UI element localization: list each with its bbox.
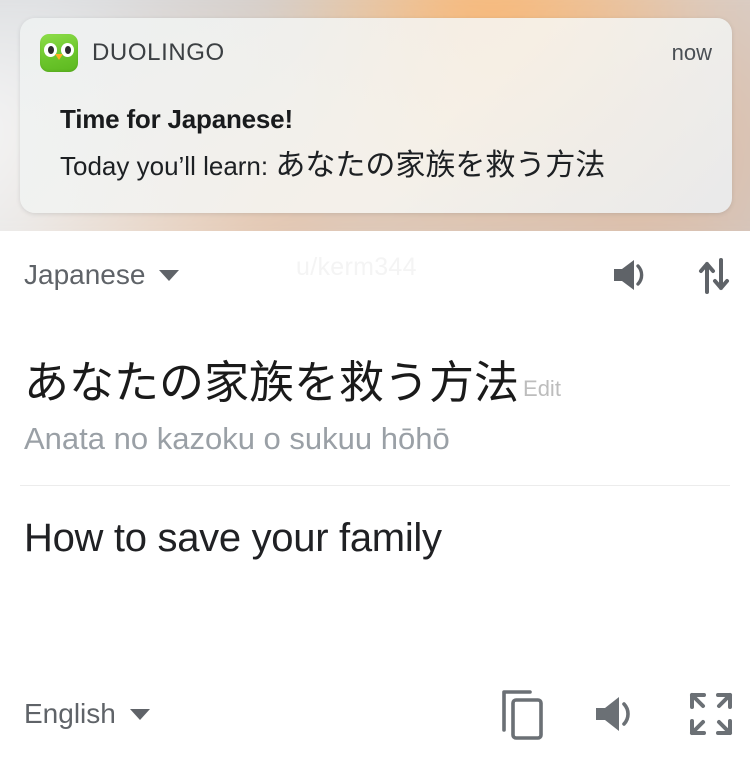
lock-screen-notification-area: DUOLINGO now Time for Japanese! Today yo… [0,0,750,231]
target-language-selector[interactable]: English [24,698,150,730]
speaker-icon [614,260,644,290]
listen-source-icon[interactable] [610,255,654,295]
chevron-down-icon [129,708,150,720]
source-language-label: Japanese [24,259,146,290]
duolingo-notification-card[interactable]: DUOLINGO now Time for Japanese! Today yo… [20,18,732,213]
edit-link[interactable]: Edit [523,376,561,402]
expand-arrows-icon [690,693,732,735]
translate-app: Japanese u/kerm344 あなたの家族を救う方法 Edit Anat… [0,231,750,760]
copy-icon[interactable] [498,686,548,742]
target-language-label: English [24,698,116,729]
source-text-block: あなたの家族を救う方法 Edit Anata no kazoku o sukuu… [0,319,750,457]
source-language-selector[interactable]: Japanese [24,259,180,291]
chevron-down-icon [159,269,180,281]
fullscreen-icon[interactable] [686,689,736,739]
copy-pages-icon [502,690,543,740]
notification-app-name: DUOLINGO [92,39,225,66]
source-text[interactable]: あなたの家族を救う方法 [24,357,519,409]
notification-header: DUOLINGO now [40,34,712,72]
romaji-transliteration: Anata no kazoku o sukuu hōhō [24,420,450,456]
notification-title: Time for Japanese! [60,104,293,134]
notification-timestamp: now [671,40,712,65]
speaker-icon [596,697,630,731]
translated-text[interactable]: How to save your family [0,486,750,561]
translate-bottom-bar: English [0,668,750,760]
phone-screenshot: DUOLINGO now Time for Japanese! Today yo… [0,0,750,760]
swap-arrows-icon [699,258,729,294]
bottom-action-group [498,686,736,742]
duolingo-owl-icon [40,34,78,72]
source-text-row: あなたの家族を救う方法 Edit [24,357,726,409]
notification-body-japanese: あなたの家族を救う方法 [275,148,606,183]
top-action-group [610,254,732,296]
translate-top-bar: Japanese u/kerm344 [0,231,750,319]
listen-translation-icon[interactable] [592,692,642,736]
notification-body: Today you’ll learn: あなたの家族を救う方法 [60,140,605,184]
owl-beak-icon [55,54,63,60]
reddit-username-watermark: u/kerm344 [296,253,417,281]
notification-body-prefix: Today you’ll learn: [60,151,276,181]
swap-languages-icon[interactable] [696,254,732,296]
